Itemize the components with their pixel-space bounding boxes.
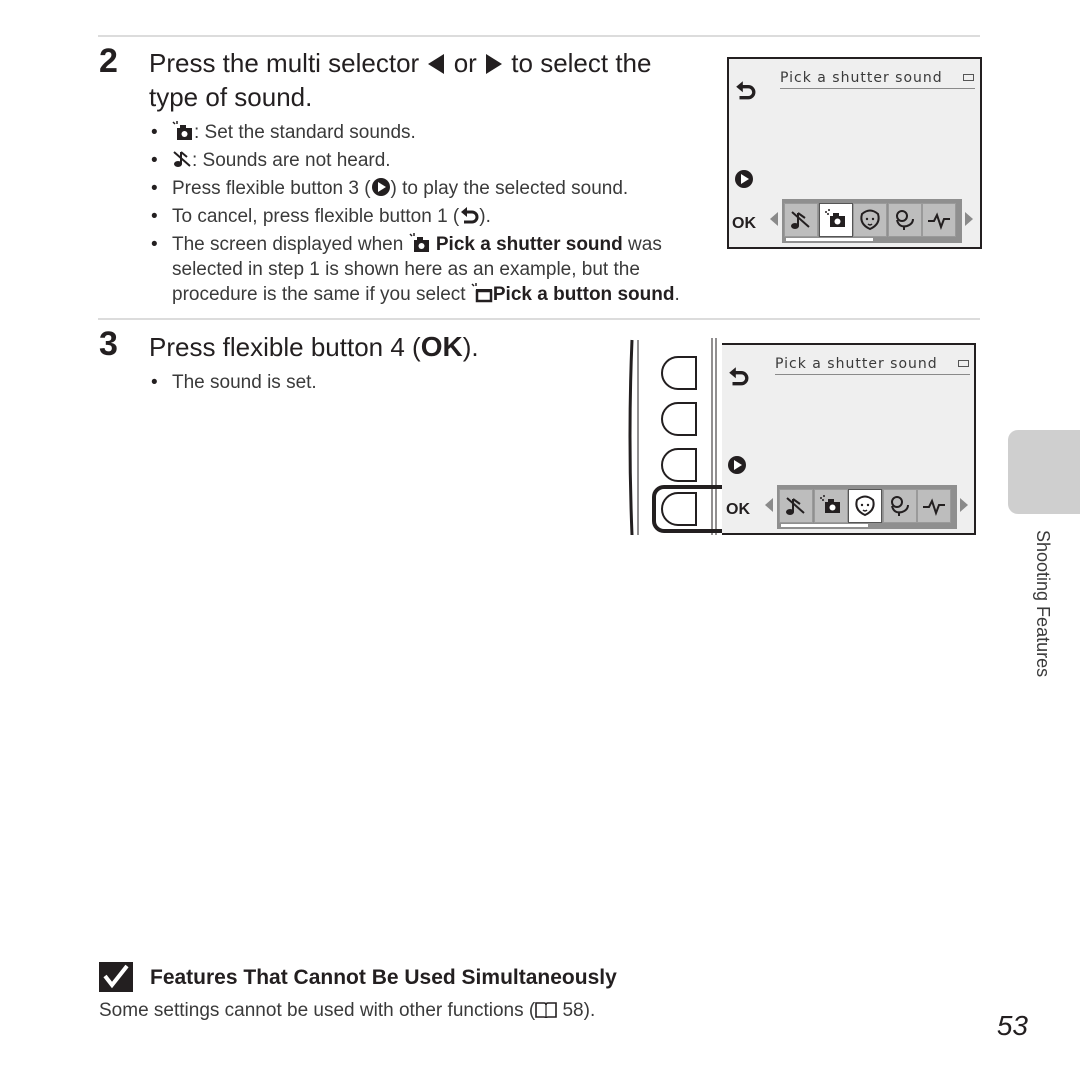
step-number: 2: [99, 42, 118, 80]
step-title: Press the multi selector or to select th…: [149, 46, 651, 114]
right-arrow-icon[interactable]: [964, 211, 974, 227]
list-item: To cancel, press flexible button 1 ().: [148, 203, 718, 231]
section-divider: [98, 35, 980, 37]
back-icon: [461, 207, 479, 224]
sound-option[interactable]: [882, 489, 917, 523]
ok-label: OK: [732, 215, 756, 232]
step-title: Press flexible button 4 (OK).: [149, 331, 479, 362]
beep-icon: [928, 212, 950, 230]
battery-icon: [963, 74, 974, 81]
check-note-icon: [99, 962, 133, 992]
chapter-label: Shooting Features: [1033, 530, 1053, 678]
ok-glyph: OK: [420, 331, 463, 362]
flexible-button-3[interactable]: [661, 448, 697, 482]
list-item: Press flexible button 3 () to play the s…: [148, 175, 718, 203]
sound-option[interactable]: [813, 489, 848, 523]
scroll-indicator[interactable]: [786, 238, 873, 241]
sound-option[interactable]: [848, 489, 882, 523]
sound-off-icon: [173, 151, 191, 167]
right-arrow-icon[interactable]: [959, 497, 969, 513]
title-text: Press the multi selector: [149, 48, 420, 78]
title-text: type of sound.: [149, 82, 313, 112]
section-divider: [98, 318, 980, 320]
dog-icon: [855, 495, 875, 517]
right-arrow-icon: [486, 54, 503, 74]
play-icon: [735, 170, 753, 188]
page-reference-link[interactable]: 58: [562, 1000, 583, 1021]
title-underline: [780, 88, 975, 89]
flexible-button-4[interactable]: [661, 492, 697, 526]
screen-title: Pick a shutter sound: [775, 356, 938, 372]
back-icon: [736, 81, 756, 100]
sound-off-icon: [786, 497, 805, 515]
list-item: : Set the standard sounds.: [148, 119, 718, 147]
left-arrow-icon: [428, 54, 445, 74]
list-item: The sound is set.: [148, 369, 317, 397]
title-text: to select the: [511, 48, 652, 78]
sound-option[interactable]: [922, 203, 956, 237]
bird-icon: [890, 496, 909, 516]
play-icon: [371, 178, 390, 196]
dog-icon: [860, 209, 880, 231]
play-icon: [728, 456, 746, 474]
title-underline: [775, 374, 970, 375]
list-item-continuation: selected in step 1 is shown here as an e…: [172, 259, 640, 280]
scroll-indicator[interactable]: [781, 524, 868, 527]
sound-off-icon: [791, 211, 810, 229]
battery-icon: [958, 360, 969, 367]
book-reference-icon: [535, 1002, 558, 1019]
list-item: The screen displayed when Pick a shutter…: [148, 231, 718, 259]
page-number: 53: [996, 1010, 1028, 1041]
left-arrow-icon[interactable]: [769, 211, 779, 227]
flexible-button-2[interactable]: [661, 402, 697, 436]
camera-screen-step2: Pick a shutter sound OK: [727, 57, 982, 249]
bird-icon: [895, 210, 914, 230]
shutter-sound-icon: [409, 233, 429, 252]
step-number: 3: [99, 325, 118, 363]
sound-option[interactable]: [917, 489, 951, 523]
camera-screen-step3: Pick a shutter sound OK: [722, 343, 976, 535]
standard-sound-icon: [819, 495, 840, 513]
standard-sound-icon: [172, 121, 192, 140]
note-title: Features That Cannot Be Used Simultaneou…: [150, 966, 617, 989]
sound-option[interactable]: [784, 203, 818, 237]
button-sound-icon: [471, 283, 493, 303]
screen-title: Pick a shutter sound: [780, 70, 943, 86]
ok-label: OK: [726, 501, 750, 518]
list-item-continuation: procedure is the same if you select Pick…: [172, 283, 680, 305]
step2-bullets: : Set the standard sounds. : Sounds are …: [148, 119, 718, 309]
note-body: Some settings cannot be used with other …: [99, 1000, 596, 1021]
sound-option[interactable]: [853, 203, 887, 237]
sound-option[interactable]: [887, 203, 922, 237]
back-icon: [729, 367, 749, 386]
flexible-button-1[interactable]: [661, 356, 697, 390]
step3-bullets: The sound is set.: [148, 369, 317, 397]
standard-sound-icon: [824, 209, 845, 227]
chapter-tab[interactable]: [1008, 430, 1080, 514]
title-text: or: [453, 48, 477, 78]
left-arrow-icon[interactable]: [764, 497, 774, 513]
sound-option[interactable]: [779, 489, 813, 523]
list-item: : Sounds are not heard.: [148, 147, 718, 175]
sound-option[interactable]: [818, 203, 853, 237]
beep-icon: [923, 498, 945, 516]
